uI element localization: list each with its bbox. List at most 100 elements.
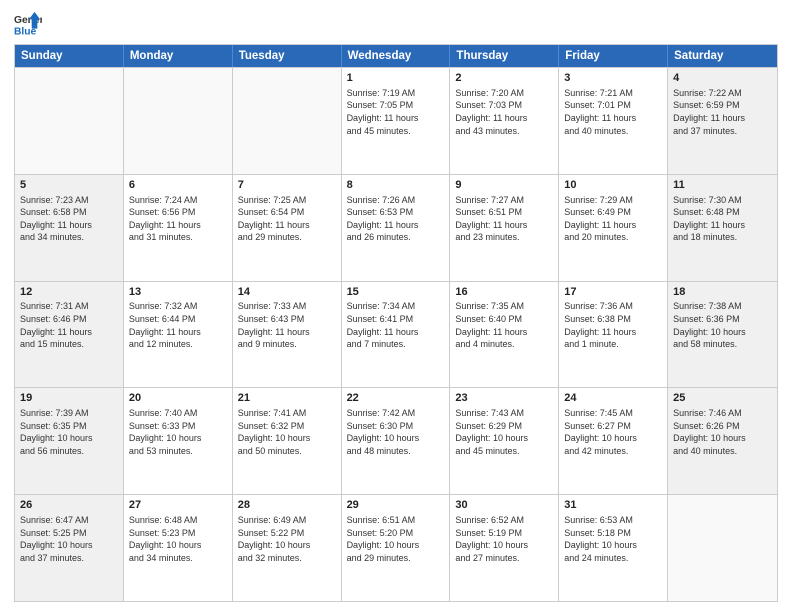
cell-details: Sunrise: 7:34 AMSunset: 6:41 PMDaylight:… — [347, 300, 445, 350]
calendar-week-2: 5Sunrise: 7:23 AMSunset: 6:58 PMDaylight… — [15, 174, 777, 281]
cell-details: Sunrise: 6:47 AMSunset: 5:25 PMDaylight:… — [20, 514, 118, 564]
calendar-cell: 30Sunrise: 6:52 AMSunset: 5:19 PMDayligh… — [450, 495, 559, 601]
cell-details: Sunrise: 6:51 AMSunset: 5:20 PMDaylight:… — [347, 514, 445, 564]
day-number: 31 — [564, 498, 662, 513]
calendar-cell: 12Sunrise: 7:31 AMSunset: 6:46 PMDayligh… — [15, 282, 124, 388]
cell-details: Sunrise: 6:52 AMSunset: 5:19 PMDaylight:… — [455, 514, 553, 564]
cell-details: Sunrise: 7:22 AMSunset: 6:59 PMDaylight:… — [673, 87, 772, 137]
day-number: 18 — [673, 285, 772, 300]
calendar-cell: 9Sunrise: 7:27 AMSunset: 6:51 PMDaylight… — [450, 175, 559, 281]
calendar-cell: 2Sunrise: 7:20 AMSunset: 7:03 PMDaylight… — [450, 68, 559, 174]
day-number: 22 — [347, 391, 445, 406]
logo: General Blue — [14, 10, 42, 38]
cell-details: Sunrise: 7:27 AMSunset: 6:51 PMDaylight:… — [455, 194, 553, 244]
calendar-cell — [124, 68, 233, 174]
calendar-header-row: SundayMondayTuesdayWednesdayThursdayFrid… — [15, 45, 777, 67]
cell-details: Sunrise: 7:39 AMSunset: 6:35 PMDaylight:… — [20, 407, 118, 457]
day-number: 23 — [455, 391, 553, 406]
header-day-sunday: Sunday — [15, 45, 124, 67]
calendar-cell: 27Sunrise: 6:48 AMSunset: 5:23 PMDayligh… — [124, 495, 233, 601]
calendar-week-1: 1Sunrise: 7:19 AMSunset: 7:05 PMDaylight… — [15, 67, 777, 174]
day-number: 3 — [564, 71, 662, 86]
calendar-cell — [233, 68, 342, 174]
day-number: 26 — [20, 498, 118, 513]
header-day-wednesday: Wednesday — [342, 45, 451, 67]
day-number: 14 — [238, 285, 336, 300]
calendar-body: 1Sunrise: 7:19 AMSunset: 7:05 PMDaylight… — [15, 67, 777, 601]
day-number: 30 — [455, 498, 553, 513]
cell-details: Sunrise: 7:43 AMSunset: 6:29 PMDaylight:… — [455, 407, 553, 457]
calendar-cell: 23Sunrise: 7:43 AMSunset: 6:29 PMDayligh… — [450, 388, 559, 494]
header-day-monday: Monday — [124, 45, 233, 67]
calendar-cell: 14Sunrise: 7:33 AMSunset: 6:43 PMDayligh… — [233, 282, 342, 388]
cell-details: Sunrise: 7:26 AMSunset: 6:53 PMDaylight:… — [347, 194, 445, 244]
day-number: 2 — [455, 71, 553, 86]
calendar-cell: 8Sunrise: 7:26 AMSunset: 6:53 PMDaylight… — [342, 175, 451, 281]
cell-details: Sunrise: 7:45 AMSunset: 6:27 PMDaylight:… — [564, 407, 662, 457]
header-day-saturday: Saturday — [668, 45, 777, 67]
day-number: 28 — [238, 498, 336, 513]
day-number: 19 — [20, 391, 118, 406]
day-number: 4 — [673, 71, 772, 86]
header-day-friday: Friday — [559, 45, 668, 67]
calendar-cell: 7Sunrise: 7:25 AMSunset: 6:54 PMDaylight… — [233, 175, 342, 281]
header-day-tuesday: Tuesday — [233, 45, 342, 67]
cell-details: Sunrise: 7:25 AMSunset: 6:54 PMDaylight:… — [238, 194, 336, 244]
cell-details: Sunrise: 7:33 AMSunset: 6:43 PMDaylight:… — [238, 300, 336, 350]
calendar-cell: 3Sunrise: 7:21 AMSunset: 7:01 PMDaylight… — [559, 68, 668, 174]
cell-details: Sunrise: 7:35 AMSunset: 6:40 PMDaylight:… — [455, 300, 553, 350]
day-number: 8 — [347, 178, 445, 193]
calendar-cell: 10Sunrise: 7:29 AMSunset: 6:49 PMDayligh… — [559, 175, 668, 281]
calendar-cell: 18Sunrise: 7:38 AMSunset: 6:36 PMDayligh… — [668, 282, 777, 388]
calendar-cell: 19Sunrise: 7:39 AMSunset: 6:35 PMDayligh… — [15, 388, 124, 494]
day-number: 7 — [238, 178, 336, 193]
calendar-cell: 5Sunrise: 7:23 AMSunset: 6:58 PMDaylight… — [15, 175, 124, 281]
day-number: 15 — [347, 285, 445, 300]
cell-details: Sunrise: 7:42 AMSunset: 6:30 PMDaylight:… — [347, 407, 445, 457]
day-number: 12 — [20, 285, 118, 300]
day-number: 29 — [347, 498, 445, 513]
cell-details: Sunrise: 7:36 AMSunset: 6:38 PMDaylight:… — [564, 300, 662, 350]
cell-details: Sunrise: 7:29 AMSunset: 6:49 PMDaylight:… — [564, 194, 662, 244]
cell-details: Sunrise: 7:20 AMSunset: 7:03 PMDaylight:… — [455, 87, 553, 137]
calendar-week-5: 26Sunrise: 6:47 AMSunset: 5:25 PMDayligh… — [15, 494, 777, 601]
cell-details: Sunrise: 7:32 AMSunset: 6:44 PMDaylight:… — [129, 300, 227, 350]
day-number: 9 — [455, 178, 553, 193]
cell-details: Sunrise: 7:23 AMSunset: 6:58 PMDaylight:… — [20, 194, 118, 244]
calendar-cell: 22Sunrise: 7:42 AMSunset: 6:30 PMDayligh… — [342, 388, 451, 494]
day-number: 20 — [129, 391, 227, 406]
day-number: 17 — [564, 285, 662, 300]
day-number: 27 — [129, 498, 227, 513]
cell-details: Sunrise: 7:19 AMSunset: 7:05 PMDaylight:… — [347, 87, 445, 137]
calendar-cell: 21Sunrise: 7:41 AMSunset: 6:32 PMDayligh… — [233, 388, 342, 494]
day-number: 11 — [673, 178, 772, 193]
calendar-cell: 17Sunrise: 7:36 AMSunset: 6:38 PMDayligh… — [559, 282, 668, 388]
header-day-thursday: Thursday — [450, 45, 559, 67]
cell-details: Sunrise: 7:46 AMSunset: 6:26 PMDaylight:… — [673, 407, 772, 457]
cell-details: Sunrise: 6:48 AMSunset: 5:23 PMDaylight:… — [129, 514, 227, 564]
calendar-cell: 31Sunrise: 6:53 AMSunset: 5:18 PMDayligh… — [559, 495, 668, 601]
calendar-cell: 24Sunrise: 7:45 AMSunset: 6:27 PMDayligh… — [559, 388, 668, 494]
cell-details: Sunrise: 7:40 AMSunset: 6:33 PMDaylight:… — [129, 407, 227, 457]
calendar-cell: 25Sunrise: 7:46 AMSunset: 6:26 PMDayligh… — [668, 388, 777, 494]
cell-details: Sunrise: 7:38 AMSunset: 6:36 PMDaylight:… — [673, 300, 772, 350]
page-header: General Blue — [14, 10, 778, 38]
calendar: SundayMondayTuesdayWednesdayThursdayFrid… — [14, 44, 778, 602]
day-number: 24 — [564, 391, 662, 406]
cell-details: Sunrise: 7:30 AMSunset: 6:48 PMDaylight:… — [673, 194, 772, 244]
calendar-cell: 1Sunrise: 7:19 AMSunset: 7:05 PMDaylight… — [342, 68, 451, 174]
calendar-cell: 6Sunrise: 7:24 AMSunset: 6:56 PMDaylight… — [124, 175, 233, 281]
calendar-cell: 20Sunrise: 7:40 AMSunset: 6:33 PMDayligh… — [124, 388, 233, 494]
day-number: 16 — [455, 285, 553, 300]
day-number: 5 — [20, 178, 118, 193]
day-number: 10 — [564, 178, 662, 193]
calendar-cell: 11Sunrise: 7:30 AMSunset: 6:48 PMDayligh… — [668, 175, 777, 281]
cell-details: Sunrise: 7:21 AMSunset: 7:01 PMDaylight:… — [564, 87, 662, 137]
cell-details: Sunrise: 6:49 AMSunset: 5:22 PMDaylight:… — [238, 514, 336, 564]
calendar-cell — [15, 68, 124, 174]
calendar-cell: 16Sunrise: 7:35 AMSunset: 6:40 PMDayligh… — [450, 282, 559, 388]
calendar-cell — [668, 495, 777, 601]
calendar-week-4: 19Sunrise: 7:39 AMSunset: 6:35 PMDayligh… — [15, 387, 777, 494]
day-number: 21 — [238, 391, 336, 406]
cell-details: Sunrise: 7:41 AMSunset: 6:32 PMDaylight:… — [238, 407, 336, 457]
